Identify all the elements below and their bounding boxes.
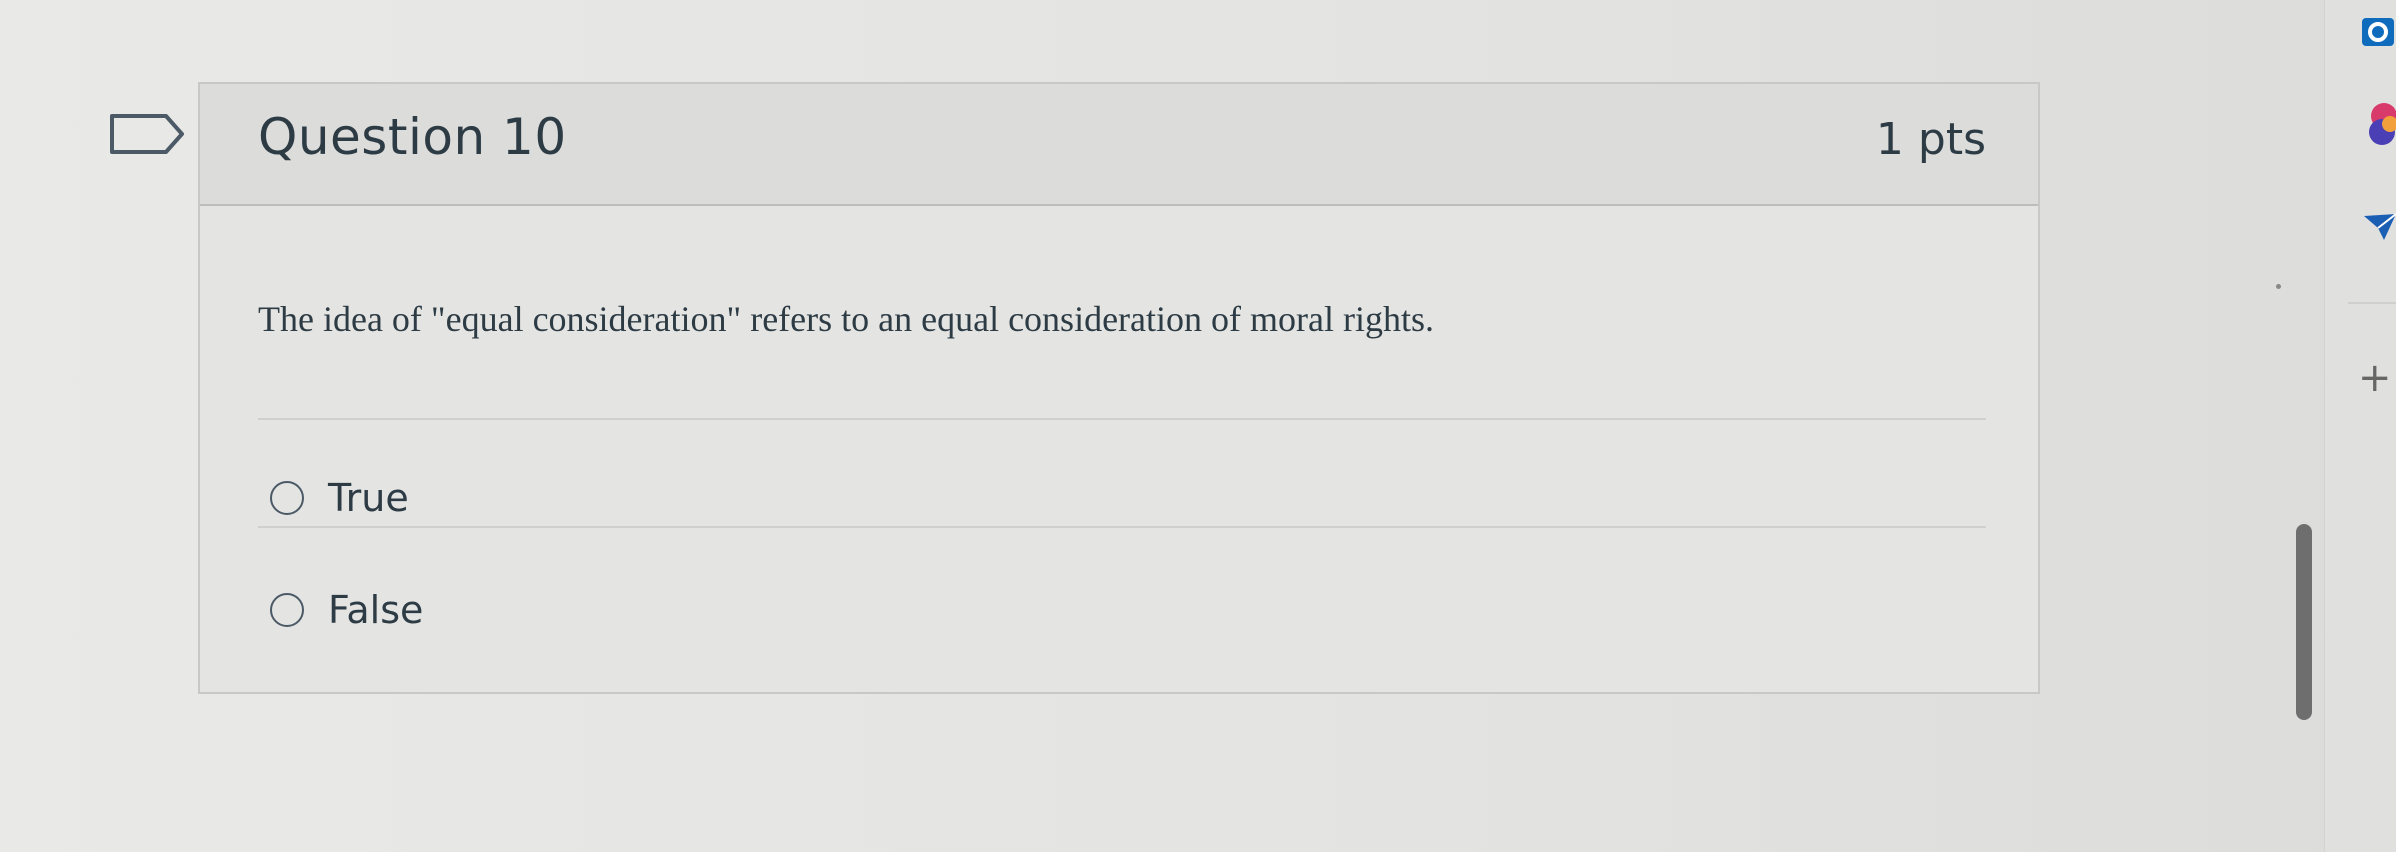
question-header: Question 10 1 pts xyxy=(200,84,2038,206)
outlook-icon[interactable] xyxy=(2360,14,2396,50)
question-text: The idea of "equal consideration" refers… xyxy=(258,299,1434,339)
add-icon[interactable]: + xyxy=(2358,358,2392,398)
question-title: Question 10 xyxy=(258,108,567,166)
decorative-dot xyxy=(2276,284,2281,289)
answer-divider xyxy=(258,526,1986,528)
answer-false[interactable]: False xyxy=(270,580,423,640)
question-card: Question 10 1 pts The idea of "equal con… xyxy=(198,82,2040,694)
send-icon[interactable] xyxy=(2362,212,2396,242)
panel-divider xyxy=(2348,302,2396,304)
answer-true[interactable]: True xyxy=(270,468,409,528)
answer-divider xyxy=(258,418,1986,420)
question-points: 1 pts xyxy=(1875,114,1986,165)
radio-button-true[interactable] xyxy=(270,481,304,515)
flag-question-icon[interactable] xyxy=(108,112,188,156)
radio-button-false[interactable] xyxy=(270,593,304,627)
scrollbar-thumb[interactable] xyxy=(2296,524,2312,720)
answer-label: True xyxy=(328,476,409,520)
answer-label: False xyxy=(328,588,424,632)
app-icon[interactable] xyxy=(2360,102,2396,148)
